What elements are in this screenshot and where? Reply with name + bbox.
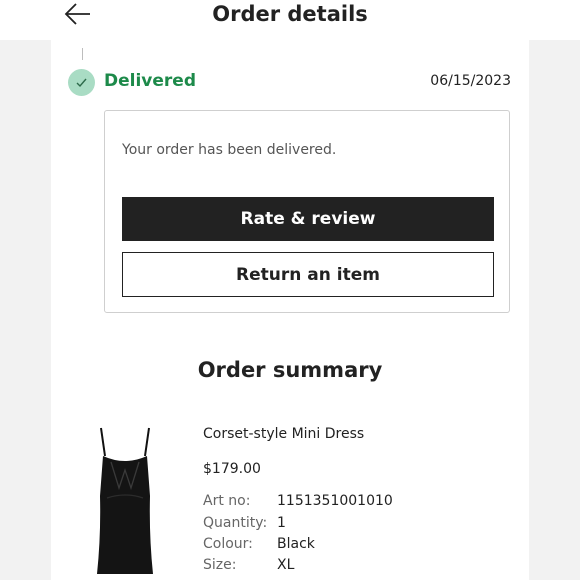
status-date: 06/15/2023 xyxy=(430,73,511,89)
size-label: Size: xyxy=(203,557,237,573)
order-summary-title: Order summary xyxy=(197,358,383,382)
product-image[interactable] xyxy=(89,426,161,580)
timeline-line xyxy=(82,48,83,60)
colour-value: Black xyxy=(277,536,315,552)
rate-review-button[interactable]: Rate & review xyxy=(122,197,494,241)
product-name[interactable]: Corset-style Mini Dress xyxy=(203,426,364,442)
quantity-label: Quantity: xyxy=(203,515,268,531)
page-title: Order details xyxy=(212,2,368,26)
colour-label: Colour: xyxy=(203,536,253,552)
quantity-value: 1 xyxy=(277,515,286,531)
status-label: Delivered xyxy=(104,71,196,91)
delivery-message: Your order has been delivered. xyxy=(122,142,337,158)
art-no-label: Art no: xyxy=(203,493,251,509)
art-no-value: 1151351001010 xyxy=(277,493,393,509)
product-price: $179.00 xyxy=(203,461,261,477)
return-item-button[interactable]: Return an item xyxy=(122,252,494,297)
check-icon xyxy=(68,69,95,96)
size-value: XL xyxy=(277,557,295,573)
